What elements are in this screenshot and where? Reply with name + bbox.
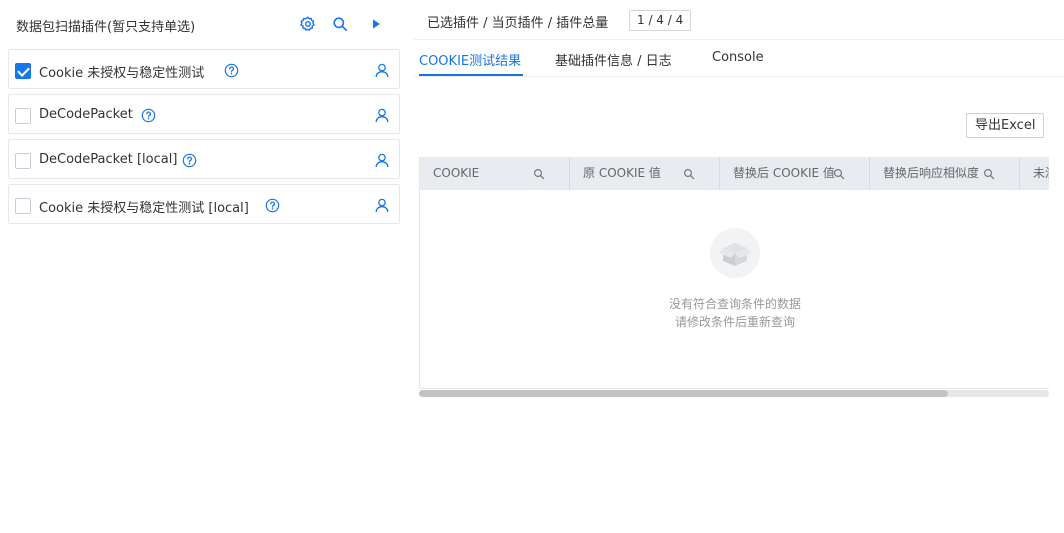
- column-search-icon[interactable]: [533, 168, 545, 180]
- plugin-item-decodepacket[interactable]: DeCodePacket: [8, 94, 400, 134]
- search-icon[interactable]: [331, 15, 349, 33]
- column-label: 未测: [1033, 166, 1049, 180]
- help-icon[interactable]: [224, 63, 239, 78]
- tab-console[interactable]: Console: [712, 50, 764, 65]
- table-header: COOKIE 原 COOKIE 值 替换后 COOKIE 值 替换后响应相似度 …: [420, 157, 1049, 190]
- results-panel: 已选插件 / 当页插件 / 插件总量 1 / 4 / 4 COOKIE测试结果 …: [414, 0, 1064, 533]
- plugin-item-cookie-local[interactable]: Cookie 未授权与稳定性测试 [local]: [8, 184, 400, 224]
- plugin-list: Cookie 未授权与稳定性测试 DeCodePacket DeCodePack…: [8, 49, 400, 229]
- column-header-untested[interactable]: 未测: [1020, 157, 1049, 190]
- empty-box-icon: [710, 228, 760, 278]
- active-tab-indicator: [419, 74, 523, 76]
- user-icon[interactable]: [375, 108, 389, 123]
- result-tabs: COOKIE测试结果 基础插件信息 / 日志 Console: [414, 40, 1064, 77]
- plugin-item-cookie[interactable]: Cookie 未授权与稳定性测试: [8, 49, 400, 89]
- gear-icon[interactable]: [299, 15, 317, 33]
- empty-state: 没有符合查询条件的数据 请修改条件后重新查询: [420, 190, 1049, 388]
- plugin-item-decodepacket-local[interactable]: DeCodePacket [local]: [8, 139, 400, 179]
- column-header-replaced-cookie[interactable]: 替换后 COOKIE 值: [720, 157, 870, 190]
- plugin-panel-title: 数据包扫描插件(暂只支持单选): [16, 20, 196, 35]
- column-search-icon[interactable]: [683, 168, 695, 180]
- empty-message: 没有符合查询条件的数据: [668, 297, 801, 311]
- tab-cookie-results[interactable]: COOKIE测试结果: [419, 50, 521, 69]
- help-icon[interactable]: [182, 153, 197, 168]
- column-header-response-similarity[interactable]: 替换后响应相似度: [870, 157, 1020, 190]
- plugin-stats: 已选插件 / 当页插件 / 插件总量 1 / 4 / 4: [414, 0, 1064, 40]
- tab-plugin-info-log[interactable]: 基础插件信息 / 日志: [555, 50, 672, 69]
- plugin-name: DeCodePacket: [39, 107, 133, 122]
- plugin-panel-header: 数据包扫描插件(暂只支持单选): [0, 0, 408, 48]
- play-icon[interactable]: [367, 15, 385, 33]
- plugin-checkbox[interactable]: [15, 198, 31, 214]
- column-search-icon[interactable]: [833, 168, 845, 180]
- user-icon[interactable]: [375, 198, 389, 213]
- user-icon[interactable]: [375, 153, 389, 168]
- plugin-name: DeCodePacket [local]: [39, 152, 178, 167]
- column-label: 替换后响应相似度: [883, 166, 980, 180]
- user-icon[interactable]: [375, 63, 389, 78]
- scrollbar-thumb[interactable]: [419, 390, 948, 397]
- column-header-cookie[interactable]: COOKIE: [420, 157, 570, 190]
- horizontal-scrollbar[interactable]: [419, 390, 1049, 397]
- column-label: COOKIE: [433, 166, 480, 180]
- plugin-stats-badge: 1 / 4 / 4: [629, 10, 692, 31]
- plugin-stats-label: 已选插件 / 当页插件 / 插件总量: [427, 16, 609, 31]
- column-label: 原 COOKIE 值: [583, 166, 661, 180]
- plugin-checkbox[interactable]: [15, 153, 31, 169]
- plugin-panel: 数据包扫描插件(暂只支持单选) Cookie 未授权与稳定性测试 DeCodeP…: [0, 0, 408, 533]
- results-table: COOKIE 原 COOKIE 值 替换后 COOKIE 值 替换后响应相似度 …: [419, 157, 1049, 389]
- empty-hint: 请修改条件后重新查询: [674, 315, 795, 329]
- plugin-checkbox[interactable]: [15, 63, 31, 79]
- plugin-checkbox[interactable]: [15, 108, 31, 124]
- column-label: 替换后 COOKIE 值: [733, 166, 835, 180]
- export-excel-button[interactable]: 导出Excel: [966, 113, 1045, 138]
- plugin-name: Cookie 未授权与稳定性测试 [local]: [39, 201, 249, 216]
- column-header-original-cookie[interactable]: 原 COOKIE 值: [570, 157, 720, 190]
- help-icon[interactable]: [141, 108, 156, 123]
- help-icon[interactable]: [265, 198, 280, 213]
- column-search-icon[interactable]: [983, 168, 995, 180]
- plugin-name: Cookie 未授权与稳定性测试: [39, 66, 205, 81]
